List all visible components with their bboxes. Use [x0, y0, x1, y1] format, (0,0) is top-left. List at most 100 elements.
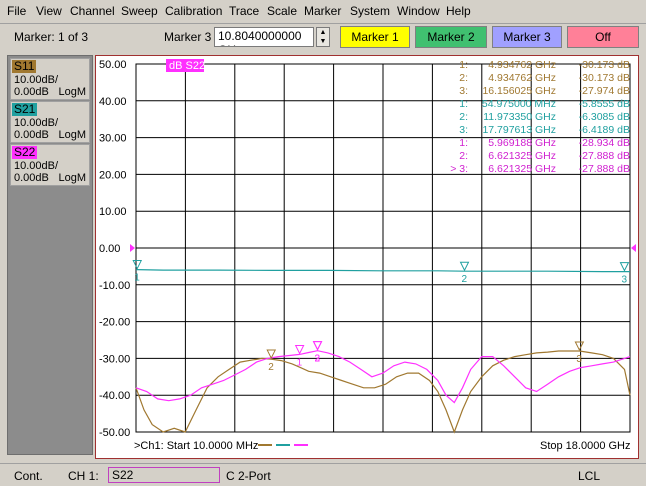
chart-svg: 50.00 40.00 30.00 20.00 10.00 0.00 -10.00 -20.0… [99, 59, 636, 452]
readout-frequency: 5.969188 GHz [488, 137, 556, 149]
trace-panel: S11 10.00dB/ 0.00dB LogM S21 10.00dB/ 0.… [7, 55, 93, 455]
readout-index: 1: [459, 98, 468, 110]
remote-status: LCL [578, 469, 601, 483]
marker-frequency-input[interactable]: 10.8040000000 GH: [214, 27, 314, 47]
trace-name: S21 [12, 102, 38, 116]
menu-scale[interactable]: Scale [267, 4, 297, 18]
marker-number: 3 [315, 354, 321, 365]
menu-channel[interactable]: Channel [70, 4, 115, 18]
menu-window[interactable]: Window [397, 4, 440, 18]
marker-triangle-s21 [459, 261, 470, 272]
readout-frequency: 6.621325 GHz [488, 150, 556, 162]
trace-ref: 0.00dB [14, 129, 49, 141]
readout-value: -30.173 dB [579, 59, 630, 71]
readout-value: -5.8555 dB [579, 98, 630, 110]
marker-3-button[interactable]: Marker 3 [492, 26, 562, 48]
trace-scale: 10.00dB/ [14, 117, 59, 129]
stepper-up-icon[interactable]: ▲ [317, 28, 329, 37]
marker-number: 3 [621, 275, 627, 286]
readout-index: > 3: [450, 163, 468, 175]
menu-calibration[interactable]: Calibration [165, 4, 222, 18]
stepper-down-icon[interactable]: ▼ [317, 37, 329, 46]
marker-2-button[interactable]: Marker 2 [415, 26, 487, 48]
trace-name: S11 [12, 59, 37, 73]
menu-marker[interactable]: Marker [304, 4, 341, 18]
sweep-mode: Cont. [14, 469, 43, 483]
trace-s21-box[interactable]: S21 10.00dB/ 0.00dB LogM [10, 101, 90, 143]
reference-right-arrow-icon [631, 244, 636, 252]
y-tick-label: -10.00 [99, 280, 130, 292]
y-tick-label: -50.00 [99, 427, 130, 439]
menu-bar: File View Channel Sweep Calibration Trac… [0, 0, 646, 24]
marker-number: 1 [297, 357, 303, 368]
marker-number: 2 [462, 274, 468, 285]
readout-frequency: 17.797613 GHz [482, 124, 556, 136]
y-tick-label: 50.00 [99, 59, 127, 71]
marker-triangle-s11 [574, 341, 585, 352]
menu-file[interactable]: File [7, 4, 26, 18]
marker-count-label: Marker: 1 of 3 [14, 30, 89, 44]
readout-frequency: 16.156025 GHz [482, 85, 556, 97]
readout-index: 1: [459, 137, 468, 149]
marker-1-button[interactable]: Marker 1 [340, 26, 410, 48]
readout-index: 2: [459, 111, 468, 123]
marker-number: 3 [576, 354, 582, 365]
trace-format: LogM [58, 172, 86, 184]
menu-sweep[interactable]: Sweep [121, 4, 158, 18]
readout-frequency: 54.975000 MHz [482, 98, 556, 110]
reference-left-arrow-icon [130, 244, 135, 252]
trace-name: S22 [12, 145, 38, 159]
readout-value: -27.888 dB [579, 150, 630, 162]
menu-trace[interactable]: Trace [229, 4, 259, 18]
y-tick-label: 30.00 [99, 133, 127, 145]
trace-scale: 10.00dB/ [14, 160, 59, 172]
readout-index: 2: [459, 72, 468, 84]
trace-format: LogM [58, 86, 86, 98]
port-config: 2-Port [238, 469, 271, 483]
marker-off-button[interactable]: Off [567, 26, 639, 48]
trace-s22-box[interactable]: S22 10.00dB/ 0.00dB LogM [10, 144, 90, 186]
readout-index: 2: [459, 150, 468, 162]
marker-readout-table: 1: 4.934762 GHz -30.173 dB 2: 4.934762 GHz -3… [450, 59, 630, 175]
menu-system[interactable]: System [350, 4, 390, 18]
y-tick-label: -40.00 [99, 390, 130, 402]
menu-help[interactable]: Help [446, 4, 471, 18]
readout-index: 1: [459, 59, 468, 71]
readout-frequency: 4.934762 GHz [488, 72, 556, 84]
readout-value: -28.934 dB [579, 137, 630, 149]
trace-scale: 10.00dB/ [14, 74, 59, 86]
y-tick-label: -30.00 [99, 353, 130, 365]
y-tick-label: 0.00 [99, 243, 120, 255]
marker-number: 1 [134, 273, 140, 284]
y-tick-label: 20.00 [99, 169, 127, 181]
readout-index: 3: [459, 124, 468, 136]
marker-symbols: 231 2 31 23 [132, 260, 630, 373]
readout-value: -30.173 dB [579, 72, 630, 84]
status-bar: Cont. CH 1: S22 C 2-Port LCL [0, 463, 646, 486]
readout-index: 3: [459, 85, 468, 97]
trace-s11-box[interactable]: S11 10.00dB/ 0.00dB LogM [10, 58, 90, 100]
readout-value: -6.4189 dB [579, 124, 630, 136]
marker-triangle-s21 [132, 260, 143, 270]
readout-value: -6.3085 dB [579, 111, 630, 123]
measurement-chart[interactable]: 50.00 40.00 30.00 20.00 10.00 0.00 -10.00 -20.0… [95, 55, 639, 459]
trace-format: LogM [58, 129, 86, 141]
readout-frequency: 4.934762 GHz [488, 59, 556, 71]
marker-triangle-s22 [312, 341, 323, 351]
trace-ref: 0.00dB [14, 172, 49, 184]
cal-status: C [226, 469, 235, 483]
trace-ref: 0.00dB [14, 86, 49, 98]
start-frequency-label: >Ch1: Start 10.0000 MHz [134, 440, 258, 452]
y-tick-label: 10.00 [99, 206, 127, 218]
menu-view[interactable]: View [36, 4, 62, 18]
marker-number: 2 [268, 362, 274, 373]
y-tick-label: 40.00 [99, 96, 127, 108]
active-trace-field[interactable]: S22 [108, 467, 220, 483]
marker-triangle-s22 [294, 344, 305, 355]
readout-value: -27.888 dB [579, 163, 630, 175]
marker-frequency-stepper[interactable]: ▲ ▼ [316, 27, 330, 47]
active-trace-tag: dB S22 [169, 60, 205, 72]
y-tick-labels: 50.00 40.00 30.00 20.00 10.00 0.00 -10.00 -20.0… [99, 59, 130, 439]
y-tick-label: -20.00 [99, 317, 130, 329]
readout-frequency: 11.973350 GHz [483, 111, 556, 123]
